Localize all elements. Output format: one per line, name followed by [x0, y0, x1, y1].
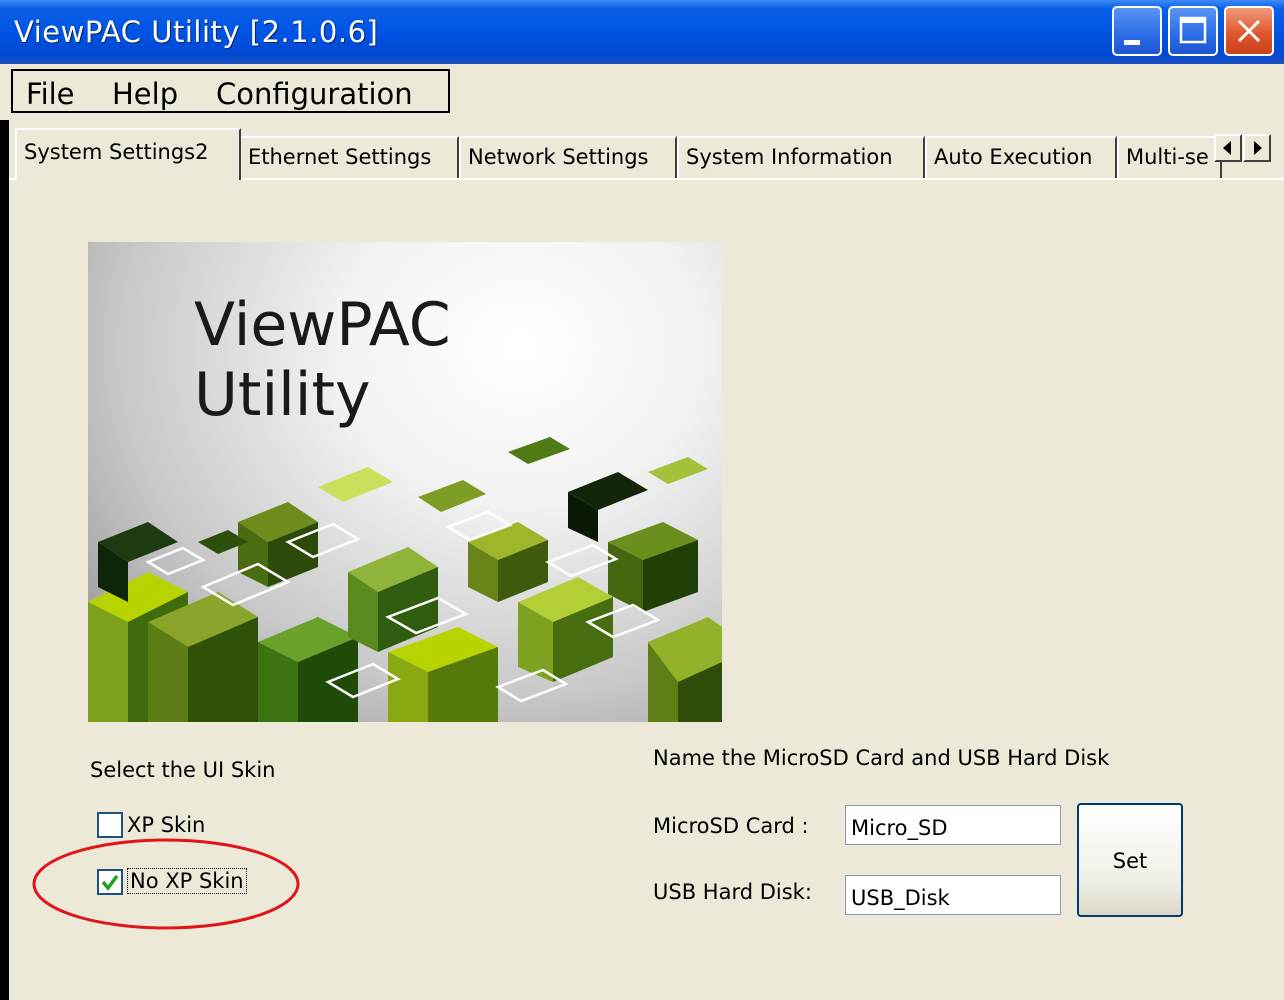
storage-heading: Name the MicroSD Card and USB Hard Disk	[653, 746, 1110, 770]
arrow-left-icon	[1223, 141, 1231, 155]
set-button[interactable]: Set	[1077, 803, 1183, 917]
window-title: ViewPAC Utility [2.1.0.6]	[14, 15, 379, 49]
menu-box: File Help Configuration	[11, 69, 450, 113]
close-button[interactable]	[1224, 6, 1274, 56]
red-highlight-ellipse	[32, 838, 300, 930]
skin-heading: Select the UI Skin	[90, 758, 276, 782]
minimize-button[interactable]	[1112, 6, 1162, 56]
tab-auto-execution[interactable]: Auto Execution	[925, 136, 1117, 178]
title-bar[interactable]: ViewPAC Utility [2.1.0.6]	[0, 0, 1284, 64]
tab-scroll-right-button[interactable]	[1243, 134, 1271, 162]
tab-ethernet-settings[interactable]: Ethernet Settings	[239, 136, 459, 178]
usb-disk-name-input[interactable]: USB_Disk	[845, 875, 1061, 915]
window-left-border	[0, 64, 9, 1000]
microsd-name-input[interactable]: Micro_SD	[845, 805, 1061, 845]
banner-title-line1: ViewPAC	[194, 290, 451, 360]
menu-bar: File Help Configuration	[0, 64, 1284, 120]
menu-configuration[interactable]: Configuration	[216, 77, 413, 111]
tab-system-settings2[interactable]: System Settings2	[15, 128, 241, 180]
tab-network-settings[interactable]: Network Settings	[459, 136, 677, 178]
tab-system-information[interactable]: System Information	[677, 136, 925, 178]
banner-title: ViewPAC Utility	[194, 290, 451, 430]
tab-scroll-left-button[interactable]	[1214, 134, 1242, 162]
microsd-label: MicroSD Card :	[653, 814, 809, 838]
close-icon	[1237, 19, 1261, 43]
xp-skin-label[interactable]: XP Skin	[127, 813, 205, 837]
menu-file[interactable]: File	[26, 77, 75, 111]
menu-help[interactable]: Help	[112, 77, 178, 111]
viewpac-banner-image: ViewPAC Utility	[88, 242, 722, 722]
minimize-icon	[1124, 40, 1140, 45]
banner-title-line2: Utility	[194, 360, 371, 430]
tab-strip: System Settings2 Ethernet Settings Netwo…	[9, 120, 1284, 180]
usb-disk-label: USB Hard Disk:	[653, 880, 812, 904]
xp-skin-checkbox[interactable]	[97, 812, 123, 838]
maximize-icon	[1179, 16, 1207, 44]
maximize-button[interactable]	[1168, 6, 1218, 56]
tab-multi-se[interactable]: Multi-se	[1117, 136, 1222, 178]
arrow-right-icon	[1254, 141, 1262, 155]
